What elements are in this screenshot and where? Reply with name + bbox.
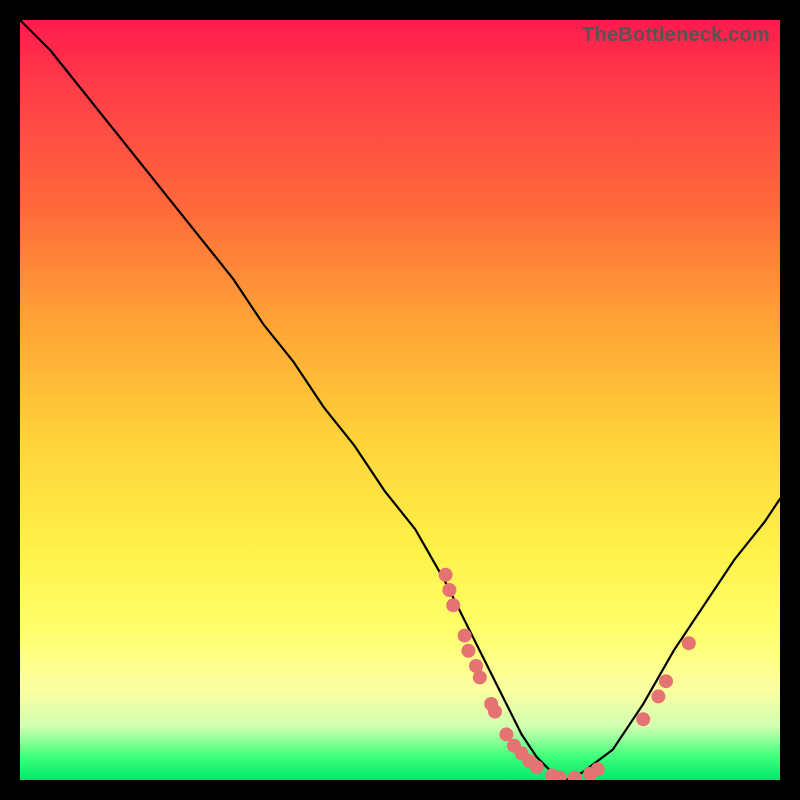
plot-area: TheBottleneck.com	[20, 20, 780, 780]
data-point	[458, 629, 472, 643]
data-point	[568, 771, 582, 780]
data-point	[530, 760, 544, 774]
chart-frame: TheBottleneck.com	[20, 20, 780, 780]
data-point	[488, 705, 502, 719]
data-point	[473, 670, 487, 684]
bottleneck-curve	[20, 20, 780, 780]
data-point	[651, 689, 665, 703]
data-point	[682, 636, 696, 650]
data-point	[659, 674, 673, 688]
chart-svg	[20, 20, 780, 780]
data-point	[499, 727, 513, 741]
data-point	[461, 644, 475, 658]
data-point	[636, 712, 650, 726]
data-point	[439, 568, 453, 582]
data-point	[446, 598, 460, 612]
data-point	[442, 583, 456, 597]
data-points	[439, 568, 696, 780]
data-point	[591, 762, 605, 776]
